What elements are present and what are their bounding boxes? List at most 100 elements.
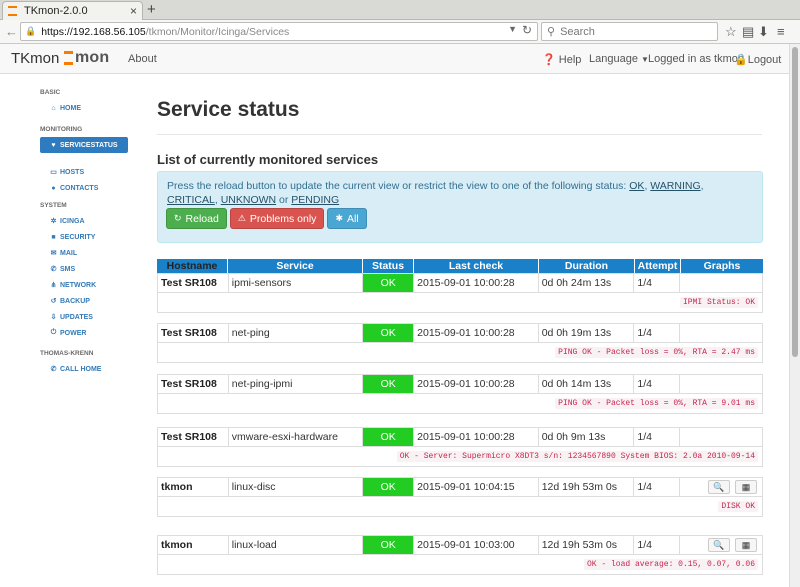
sidebar-item-power[interactable]: ⏻ POWER bbox=[40, 325, 128, 341]
url-dropdown-icon[interactable]: ▼ bbox=[508, 24, 517, 34]
chart-graph-button[interactable]: ▦ bbox=[735, 480, 758, 494]
scrollbar-thumb[interactable] bbox=[792, 47, 798, 357]
brand-name[interactable]: TKmon bbox=[11, 50, 59, 67]
logo-text: mon bbox=[75, 49, 110, 66]
search-icon: ⚲ bbox=[547, 26, 556, 38]
zoom-in-icon: 🔍 bbox=[713, 481, 725, 492]
filter-link-warning[interactable]: WARNING bbox=[650, 180, 700, 192]
sidebar-item-label: ICINGA bbox=[60, 217, 85, 225]
service-entry: Test SR108 net-ping OK 2015-09-01 10:00:28 0… bbox=[157, 323, 763, 363]
table-row: Test SR108 net-ping OK 2015-09-01 10:00:28 0… bbox=[158, 324, 762, 343]
plugin-output: OK - load average: 0.15, 0.07, 0.06 bbox=[583, 559, 758, 570]
sidebar-item-label: CALL HOME bbox=[60, 365, 102, 373]
address-bar[interactable]: 🔒 https://192.168.56.105/tkmon/Monitor/I… bbox=[20, 22, 538, 41]
sidebar-item-call-home[interactable]: ✆ CALL HOME bbox=[40, 361, 128, 377]
service-entry: tkmon linux-disc OK 2015-09-01 10:04:15 12d … bbox=[157, 477, 763, 517]
problems-label: Problems only bbox=[249, 212, 317, 225]
filter-link-unknown[interactable]: UNKNOWN bbox=[221, 194, 276, 206]
logout-label: Logout bbox=[747, 54, 782, 66]
zoom-graph-button[interactable]: 🔍 bbox=[708, 538, 731, 552]
cell-duration: 0d 0h 14m 13s bbox=[539, 375, 635, 393]
sidebar-item-security[interactable]: ■ SECURITY bbox=[40, 229, 128, 245]
sidebar-section-thomas-krenn: THOMAS-KRENN bbox=[40, 350, 94, 357]
column-header-duration: Duration bbox=[539, 259, 635, 273]
sidebar-item-mail[interactable]: ✉ MAIL bbox=[40, 245, 128, 261]
backup-icon: ↺ bbox=[50, 298, 57, 305]
link-separator: , bbox=[700, 180, 704, 192]
lock-icon: ■ bbox=[51, 233, 56, 241]
cell-last-check: 2015-09-01 10:00:28 bbox=[414, 324, 539, 342]
menu-icon[interactable]: ≡ bbox=[777, 23, 785, 40]
user-icon: ● bbox=[51, 184, 56, 192]
browser-tab[interactable]: TKmon-2.0.0 × bbox=[2, 1, 143, 20]
sidebar-item-home[interactable]: ⌂ HOME bbox=[40, 100, 128, 116]
info-text: Press the reload button to update the cu… bbox=[167, 180, 627, 192]
reload-icon[interactable]: ↻ bbox=[522, 23, 532, 37]
sidebar-item-sms[interactable]: ✆ SMS bbox=[40, 261, 128, 277]
sidebar-item-backup[interactable]: ↺ BACKUP bbox=[40, 293, 128, 309]
status-badge: OK bbox=[363, 274, 415, 292]
new-tab-button[interactable]: + bbox=[147, 1, 156, 18]
cell-graphs: 🔍 ▦ bbox=[680, 536, 762, 554]
exclamation-circle-icon: ⚠ bbox=[237, 213, 246, 223]
filter-link-ok[interactable]: OK bbox=[629, 180, 644, 192]
url-path: /tkmon/Monitor/Icinga/Services bbox=[145, 25, 290, 38]
cell-graphs bbox=[680, 375, 762, 393]
filter-link-pending[interactable]: PENDING bbox=[291, 194, 339, 206]
cell-service: linux-load bbox=[229, 536, 364, 554]
tab-close-icon[interactable]: × bbox=[130, 4, 137, 18]
monitor-icon: ▭ bbox=[50, 169, 57, 176]
plugin-output: OK - Server: Supermicro X8DT3 s/n: 12345… bbox=[396, 451, 758, 462]
all-button[interactable]: ✱ All bbox=[327, 208, 367, 229]
cell-hostname: Test SR108 bbox=[158, 324, 229, 342]
service-output-row: OK - load average: 0.15, 0.07, 0.06 bbox=[158, 555, 762, 574]
sidebar-item-label: POWER bbox=[60, 329, 87, 337]
service-output-row: PING OK - Packet loss = 0%, RTA = 9.01 m… bbox=[158, 394, 762, 413]
section-subtitle: List of currently monitored services bbox=[157, 152, 379, 167]
mail-icon: ✉ bbox=[50, 250, 57, 257]
sidebar-item-icinga[interactable]: ✲ ICINGA bbox=[40, 213, 128, 229]
power-icon: ⏻ bbox=[50, 329, 57, 336]
table-row: Test SR108 net-ping-ipmi OK 2015-09-01 10:0… bbox=[158, 375, 762, 394]
asterisk-icon: ✱ bbox=[335, 213, 343, 223]
column-header-status: Status bbox=[363, 259, 414, 273]
about-link[interactable]: About bbox=[128, 53, 157, 65]
filter-link-critical[interactable]: CRITICAL bbox=[167, 194, 215, 206]
service-output-row: IPMI Status: OK bbox=[158, 293, 762, 312]
zoom-graph-button[interactable]: 🔍 bbox=[708, 480, 731, 494]
bookmark-star-icon[interactable]: ☆ bbox=[725, 23, 737, 40]
sidebar-item-hosts[interactable]: ▭ HOSTS bbox=[40, 164, 128, 180]
table-row: Test SR108 ipmi-sensors OK 2015-09-01 10:00… bbox=[158, 274, 762, 293]
plugin-output: PING OK - Packet loss = 0%, RTA = 9.01 m… bbox=[555, 398, 758, 409]
zoom-in-icon: 🔍 bbox=[713, 539, 725, 550]
search-placeholder: Search bbox=[560, 25, 595, 38]
back-icon[interactable]: ← bbox=[5, 22, 18, 42]
service-output-row: OK - Server: Supermicro X8DT3 s/n: 12345… bbox=[158, 447, 762, 466]
download-icon[interactable]: ⬇ bbox=[758, 23, 769, 40]
help-link[interactable]: ❓ Help bbox=[542, 53, 581, 66]
cell-attempt: 1/4 bbox=[634, 375, 681, 393]
cell-duration: 0d 0h 24m 13s bbox=[539, 274, 635, 292]
tkmon-logo[interactable]: mon bbox=[64, 49, 109, 67]
phone-icon: ✆ bbox=[50, 366, 57, 373]
status-badge: OK bbox=[363, 428, 415, 446]
sidebar-item-contacts[interactable]: ● CONTACTS bbox=[40, 180, 128, 196]
sidebar-item-updates[interactable]: ⇩ UPDATES bbox=[40, 309, 128, 325]
cell-graphs bbox=[680, 274, 762, 292]
all-label: All bbox=[346, 212, 359, 225]
cell-attempt: 1/4 bbox=[634, 324, 681, 342]
problems-only-button[interactable]: ⚠ Problems only bbox=[229, 208, 325, 229]
heart-icon: ♥ bbox=[51, 141, 56, 149]
reading-list-icon[interactable]: ▤ bbox=[742, 23, 754, 40]
chart-graph-button[interactable]: ▦ bbox=[735, 538, 758, 552]
search-input[interactable]: ⚲ Search bbox=[541, 22, 718, 41]
sidebar-item-label: CONTACTS bbox=[60, 184, 99, 192]
language-dropdown[interactable]: Language ▼ bbox=[589, 53, 649, 65]
cell-attempt: 1/4 bbox=[634, 274, 681, 292]
reload-button[interactable]: ↻ Reload bbox=[166, 208, 227, 229]
cell-duration: 0d 0h 19m 13s bbox=[539, 324, 635, 342]
logout-link[interactable]: 🔒Logout bbox=[734, 53, 781, 66]
sidebar-item-network[interactable]: ⋔ NETWORK bbox=[40, 277, 128, 293]
link-separator: , bbox=[644, 180, 648, 192]
sidebar-item-servicestatus[interactable]: ♥ SERVICESTATUS bbox=[40, 137, 128, 153]
